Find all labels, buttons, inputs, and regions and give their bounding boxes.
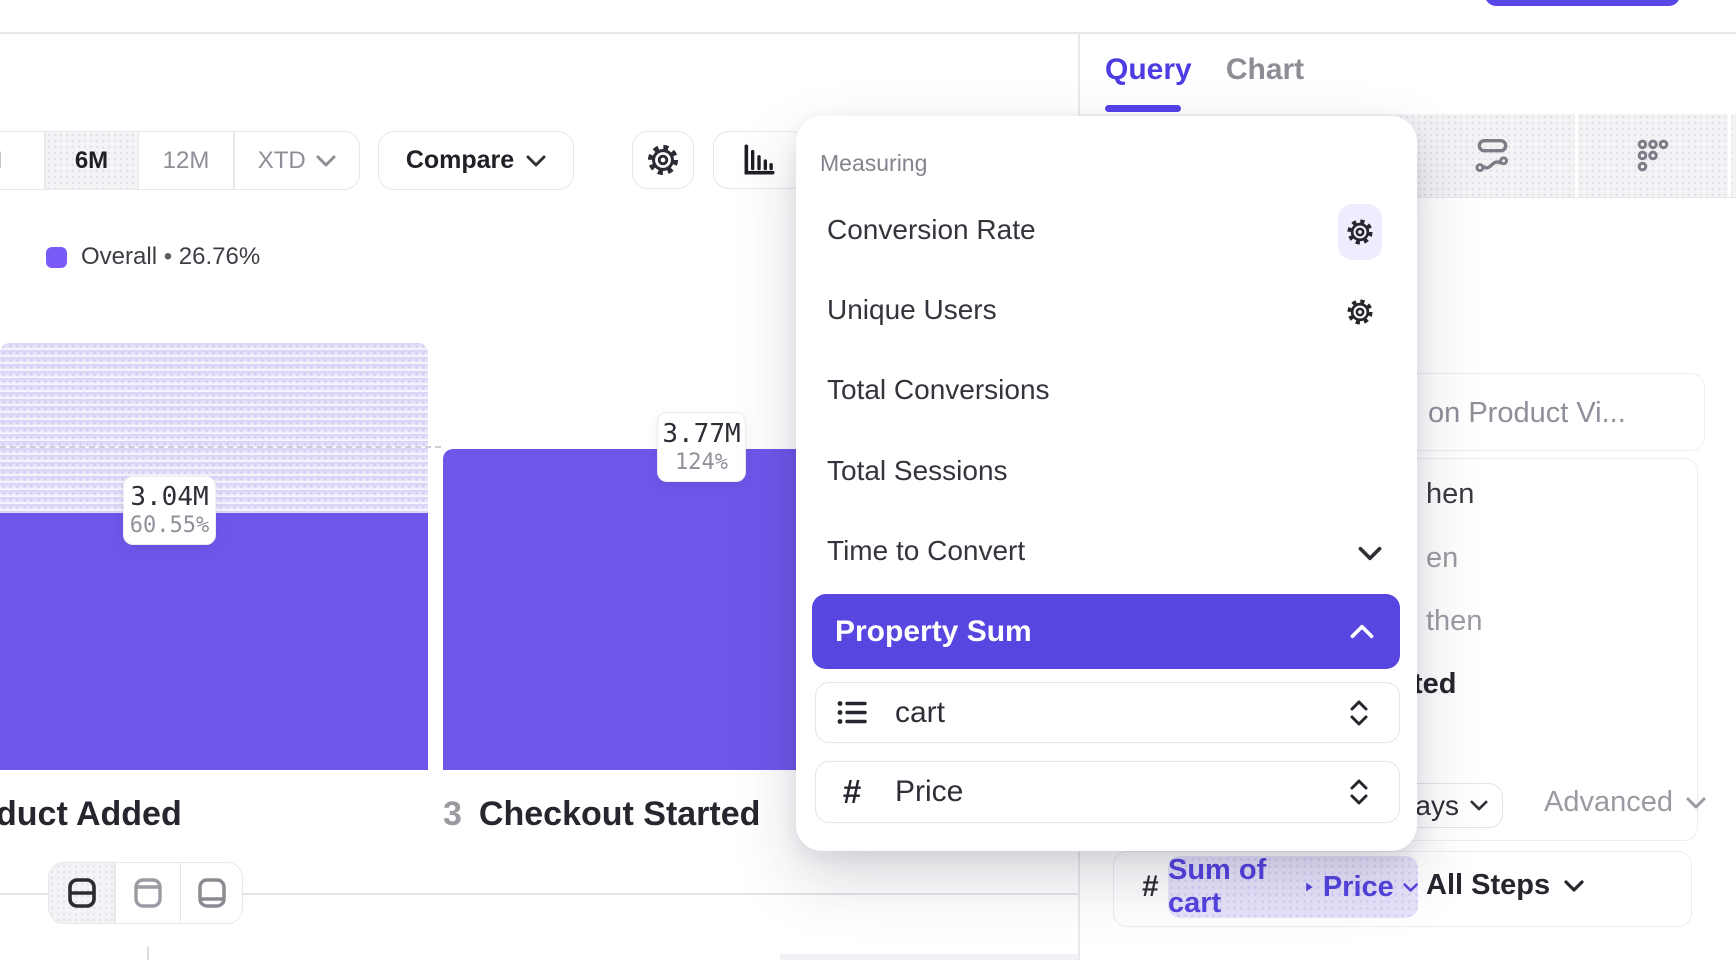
step-row-fragment: hen [1426,478,1474,511]
gear-icon [1345,217,1375,247]
chart-settings-button[interactable] [632,131,694,189]
top-divider [0,32,1736,34]
menu-item-total-sessions[interactable]: Total Sessions [827,455,1008,487]
all-steps-label: All Steps [1426,869,1550,902]
layout-top-panel-button[interactable] [116,863,180,923]
bar-1-value-tooltip: 3.04M 60.55% [123,476,216,545]
gear-icon [645,142,681,178]
unfold-icon [1349,699,1369,727]
primary-action-button[interactable] [1485,0,1680,6]
caret-right-icon [1305,880,1314,894]
tab-query[interactable]: Query [1105,53,1181,87]
all-steps-button[interactable]: All Steps [1426,869,1584,902]
menu-item-property-sum-selected[interactable]: Property Sum [812,594,1400,669]
top-panel-icon [131,876,165,910]
flows-toolbar-cell[interactable] [1410,114,1575,197]
segment-6m-label: 6M [75,147,108,175]
funnel-dashed-reference-line [0,446,441,448]
property-sum-label: Property Sum [835,615,1032,649]
layout-split-horizontal-button[interactable] [49,863,114,923]
measuring-popover: Measuring Conversion Rate Unique Users T… [796,116,1417,851]
menu-item-total-conversions[interactable]: Total Conversions [827,374,1050,406]
legend-swatch [46,247,67,268]
split-horizontal-icon [65,876,99,910]
step-name: Checkout Started [479,795,761,834]
property-field-value: cart [895,696,945,730]
bar-2-value: 3.77M [662,419,740,449]
advanced-button[interactable]: Advanced [1544,786,1706,819]
advanced-label: Advanced [1544,786,1673,819]
number-hash-icon: # [836,773,868,811]
chevron-down-icon[interactable] [1358,546,1382,561]
toolbar-cell-divider [1728,114,1731,197]
step-label-product-added: duct Added [0,795,182,834]
hash-icon: # [1142,870,1159,904]
funnel-bar-1[interactable] [0,513,428,770]
list-property-icon [836,698,868,727]
chevron-down-icon [1470,800,1488,811]
bar-1-pct: 60.55% [130,512,209,539]
dots-grid-icon [1633,137,1673,175]
sum-right-label: Price [1323,871,1394,904]
bar-1-value: 3.04M [130,482,208,512]
table-row-edge [780,954,1078,960]
unique-users-gear-button[interactable] [1338,284,1382,340]
tab-query-underline [1105,105,1181,112]
segment-xtd-label: XTD [258,147,306,175]
segment-m[interactable]: M [0,132,44,189]
chart-type-button[interactable] [713,131,806,189]
table-column-divider [147,947,149,960]
step-label-checkout-started: 3 Checkout Started [443,795,760,834]
chevron-down-icon [1403,882,1418,893]
bar-2-pct: 124% [675,449,728,476]
segment-m-label: M [0,147,3,175]
apps-toolbar-cell[interactable] [1578,114,1728,197]
funnel-chart-icon [740,141,778,179]
flows-icon [1472,137,1512,175]
chevron-up-icon [1350,624,1374,639]
step-row-fragment: then [1426,605,1482,638]
tab-chart[interactable]: Chart [1222,53,1308,87]
step-row-fragment: ted [1413,668,1457,701]
conversion-rate-gear-button[interactable] [1338,204,1382,260]
sum-left-label: Sum of cart [1168,854,1296,920]
gear-icon [1345,297,1375,327]
segment-xtd[interactable]: XTD [235,132,360,189]
time-range-segmented-control: M 6M 12M XTD [0,131,360,190]
segment-6m-selected[interactable]: 6M [46,132,138,189]
menu-item-conversion-rate[interactable]: Conversion Rate [827,214,1036,246]
unfold-icon [1349,778,1369,806]
query-header-text: on Product Vi... [1428,397,1626,430]
sum-of-cart-price-pill[interactable]: Sum of cart Price [1168,856,1418,918]
chart-legend: Overall • 26.76% [46,243,260,271]
segment-12m-label: 12M [163,147,210,175]
app-screen: M 6M 12M XTD Compare O [0,0,1736,960]
chevron-down-icon [1686,797,1706,809]
layout-bottom-panel-button[interactable] [181,863,242,923]
legend-text: Overall • 26.76% [81,243,260,271]
measurement-summary-card: # Sum of cart Price All Steps [1113,851,1692,927]
compare-button-label: Compare [406,146,514,175]
chevron-down-icon [316,155,336,167]
segment-12m[interactable]: 12M [139,132,233,189]
layout-toggle-group [48,862,243,924]
subproperty-select-field[interactable]: # Price [815,761,1400,823]
measuring-title: Measuring [820,150,927,177]
step-number: 3 [443,795,462,834]
menu-item-unique-users[interactable]: Unique Users [827,294,997,326]
bottom-panel-icon [195,876,229,910]
step-row-fragment: en [1426,542,1458,575]
chevron-down-icon [526,155,546,167]
subproperty-field-value: Price [895,775,963,809]
compare-button[interactable]: Compare [378,131,574,190]
property-select-field[interactable]: cart [815,682,1400,743]
bar-2-value-tooltip: 3.77M 124% [657,412,746,482]
chevron-down-icon [1564,880,1584,892]
menu-item-time-to-convert[interactable]: Time to Convert [827,535,1025,567]
